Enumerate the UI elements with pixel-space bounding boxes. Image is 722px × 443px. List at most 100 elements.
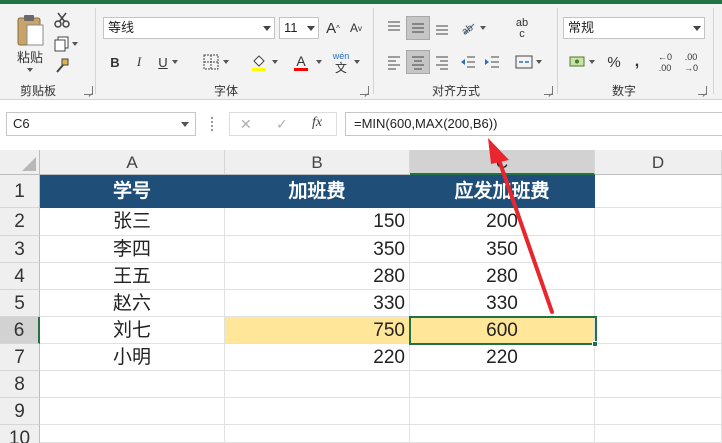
bold-button[interactable]: B <box>105 51 125 73</box>
row-header-3[interactable]: 3 <box>0 236 40 263</box>
table-cell[interactable] <box>595 208 722 236</box>
table-header-student-id[interactable]: 学号 <box>40 175 225 208</box>
table-cell[interactable] <box>410 425 595 443</box>
table-cell[interactable] <box>225 371 410 398</box>
table-cell[interactable] <box>410 371 595 398</box>
align-right-button[interactable] <box>430 50 454 74</box>
align-middle-button[interactable] <box>406 16 430 40</box>
table-cell[interactable]: 王五 <box>40 263 225 290</box>
cancel-icon[interactable]: ✕ <box>240 116 252 133</box>
table-cell-highlighted[interactable]: 750 <box>225 317 410 344</box>
row-header-7[interactable]: 7 <box>0 344 40 371</box>
underline-button[interactable]: U <box>153 51 179 73</box>
table-header-payable-overtime[interactable]: 应发加班费 <box>410 175 595 208</box>
row-header-4[interactable]: 4 <box>0 263 40 290</box>
column-header-c[interactable]: C <box>410 150 595 175</box>
cut-button[interactable] <box>52 10 72 30</box>
active-cell-c6[interactable]: 600 <box>410 317 595 344</box>
table-cell[interactable]: 刘七 <box>40 317 225 344</box>
row-header-9[interactable]: 9 <box>0 398 40 425</box>
paste-dropdown-caret[interactable] <box>27 68 33 72</box>
name-box[interactable]: C6 <box>6 112 196 136</box>
table-cell[interactable] <box>40 425 225 443</box>
table-cell[interactable]: 李四 <box>40 236 225 263</box>
accounting-format-button[interactable] <box>564 50 598 74</box>
row-header-1[interactable]: 1 <box>0 175 40 208</box>
italic-button[interactable]: I <box>129 51 149 73</box>
formula-input[interactable]: =MIN(600,MAX(200,B6)) <box>345 112 722 136</box>
row-header-10[interactable]: 10 <box>0 425 40 443</box>
select-all-corner[interactable] <box>0 150 40 175</box>
comma-style-button[interactable]: , <box>627 50 647 74</box>
table-cell[interactable]: 220 <box>410 344 595 371</box>
table-cell[interactable]: 张三 <box>40 208 225 236</box>
table-cell[interactable]: 150 <box>225 208 410 236</box>
column-header-d[interactable]: D <box>595 150 722 175</box>
table-cell[interactable] <box>595 236 722 263</box>
row-header-5[interactable]: 5 <box>0 290 40 317</box>
alignment-dialog-launcher[interactable] <box>544 86 553 95</box>
font-dialog-launcher[interactable] <box>360 86 369 95</box>
wrap-text-button[interactable]: ab c <box>510 16 534 42</box>
number-format-combo[interactable]: 常规 <box>563 17 705 39</box>
table-cell[interactable] <box>595 175 722 208</box>
align-left-button[interactable] <box>382 50 406 74</box>
format-painter-button[interactable] <box>52 56 72 76</box>
align-top-button[interactable] <box>382 16 406 40</box>
copy-button[interactable] <box>52 34 78 54</box>
table-cell[interactable]: 小明 <box>40 344 225 371</box>
table-cell[interactable]: 330 <box>225 290 410 317</box>
table-cell[interactable] <box>595 371 722 398</box>
shrink-font-button[interactable]: Av <box>346 18 366 38</box>
table-cell[interactable] <box>225 398 410 425</box>
table-header-overtime-pay[interactable]: 加班费 <box>225 175 410 208</box>
table-cell[interactable] <box>595 263 722 290</box>
phonetic-button[interactable]: wén 文 <box>330 49 352 75</box>
grow-font-button[interactable]: A ^ <box>323 18 343 38</box>
table-cell[interactable]: 200 <box>410 208 595 236</box>
borders-button[interactable] <box>198 51 230 73</box>
row-header-8[interactable]: 8 <box>0 371 40 398</box>
fill-color-button[interactable] <box>244 51 280 73</box>
number-dialog-launcher[interactable] <box>698 86 707 95</box>
column-header-a[interactable]: A <box>40 150 225 175</box>
table-cell[interactable]: 280 <box>225 263 410 290</box>
increase-decimal-button[interactable]: ←0 .00 <box>653 50 677 76</box>
table-cell[interactable] <box>40 398 225 425</box>
clipboard-dialog-launcher[interactable] <box>84 86 93 95</box>
table-cell[interactable]: 330 <box>410 290 595 317</box>
table-cell[interactable]: 220 <box>225 344 410 371</box>
font-size-combo[interactable]: 11 <box>279 17 319 39</box>
table-cell[interactable] <box>595 425 722 443</box>
font-name-combo[interactable]: 等线 <box>103 17 275 39</box>
table-cell[interactable] <box>595 344 722 371</box>
align-center-button[interactable] <box>406 50 430 74</box>
insert-function-icon[interactable]: fx <box>312 115 322 131</box>
align-bottom-button[interactable] <box>430 16 454 40</box>
fill-handle[interactable] <box>592 341 598 347</box>
table-cell[interactable] <box>410 398 595 425</box>
increase-indent-button[interactable] <box>480 50 504 74</box>
column-header-b[interactable]: B <box>225 150 410 175</box>
formula-bar-grip-icon[interactable] <box>211 117 215 131</box>
decrease-decimal-button[interactable]: .00 →0 <box>679 50 703 76</box>
paste-button[interactable]: 粘贴 <box>10 10 50 68</box>
percent-button[interactable]: % <box>604 50 624 74</box>
merge-center-button[interactable] <box>508 50 546 74</box>
table-cell[interactable]: 赵六 <box>40 290 225 317</box>
orientation-button[interactable]: ab <box>456 16 488 40</box>
row-header-2[interactable]: 2 <box>0 208 40 236</box>
table-cell[interactable] <box>595 290 722 317</box>
table-cell[interactable]: 350 <box>225 236 410 263</box>
table-cell[interactable] <box>595 398 722 425</box>
enter-icon[interactable]: ✓ <box>276 116 288 133</box>
font-color-button[interactable]: A <box>286 51 316 73</box>
phonetic-caret[interactable] <box>354 60 360 64</box>
table-cell[interactable] <box>40 371 225 398</box>
font-color-caret[interactable] <box>316 60 322 64</box>
row-header-6[interactable]: 6 <box>0 317 40 344</box>
table-cell[interactable] <box>225 425 410 443</box>
table-cell[interactable]: 350 <box>410 236 595 263</box>
table-cell[interactable] <box>595 317 722 344</box>
table-cell[interactable]: 280 <box>410 263 595 290</box>
